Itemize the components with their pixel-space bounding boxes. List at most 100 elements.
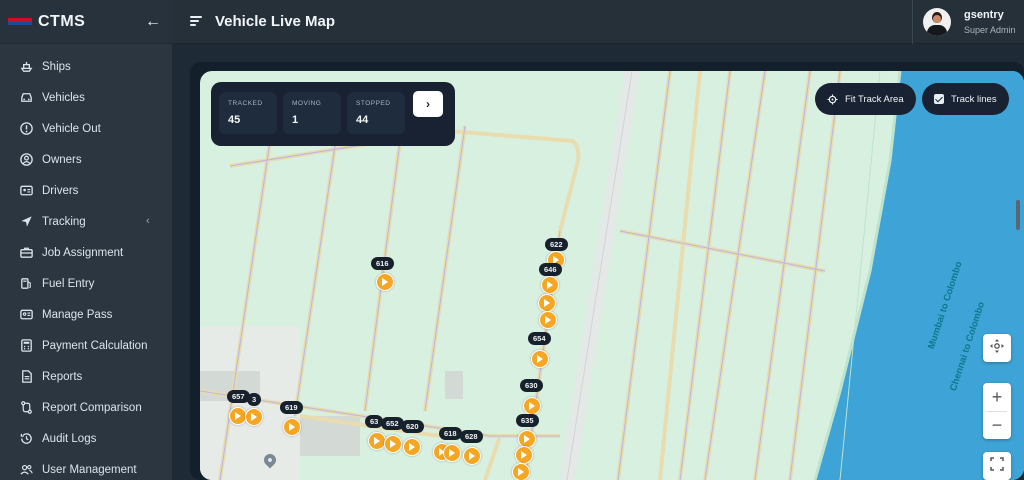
vehicle-marker[interactable] [384, 435, 402, 453]
checkbox-checked-icon[interactable] [934, 94, 944, 104]
top-header: Vehicle Live Map gsentry Super Admin [172, 0, 1024, 44]
sidebar-item-label: Fuel Entry [42, 277, 95, 290]
sidebar-item-vehicles[interactable]: Vehicles [0, 82, 172, 113]
vehicle-stats-panel: TRACKED 45 MOVING 1 STOPPED 44 › [211, 82, 455, 146]
navigation-icon [18, 214, 34, 230]
ship-icon [18, 59, 34, 75]
vehicle-marker[interactable] [539, 311, 557, 329]
sidebar-item-label: Report Comparison [42, 401, 142, 414]
vehicle-label[interactable]: 3 [247, 393, 262, 406]
sidebar-item-user-management[interactable]: User Management [0, 454, 172, 480]
vehicle-label[interactable]: 630 [520, 379, 543, 392]
fit-track-area-button[interactable]: Fit Track Area [815, 83, 916, 115]
sidebar: CTMS ← Ships Vehicles Vehicle Out Owners… [0, 0, 172, 480]
sidebar-item-audit-logs[interactable]: Audit Logs [0, 423, 172, 454]
vehicle-label[interactable]: 620 [401, 420, 424, 433]
vehicle-label[interactable]: 619 [280, 401, 303, 414]
sidebar-item-label: Vehicles [42, 91, 85, 104]
menu-icon[interactable] [190, 15, 202, 27]
vehicle-marker[interactable] [515, 446, 533, 464]
stat-label: STOPPED [356, 100, 391, 107]
alert-circle-icon [18, 121, 34, 137]
vehicle-label[interactable]: 657 [227, 390, 250, 403]
users-icon [18, 462, 34, 478]
sidebar-item-owners[interactable]: Owners [0, 144, 172, 175]
vehicle-marker[interactable] [541, 276, 559, 294]
vehicle-label[interactable]: 616 [371, 257, 394, 270]
stat-value: 44 [356, 114, 369, 126]
fullscreen-button[interactable] [983, 452, 1011, 480]
sidebar-item-label: Tracking [42, 215, 86, 228]
vehicle-marker[interactable] [512, 463, 530, 480]
vehicle-label[interactable]: 622 [545, 238, 568, 251]
vehicle-label[interactable]: 628 [460, 430, 483, 443]
zoom-in-button[interactable]: + [983, 383, 1011, 411]
track-lines-toggle[interactable]: Track lines [922, 83, 1009, 115]
track-lines-label: Track lines [951, 93, 997, 105]
stat-tracked: TRACKED 45 [219, 92, 277, 134]
vehicle-marker[interactable] [518, 430, 536, 448]
user-name: gsentry [964, 9, 1004, 21]
vehicle-marker[interactable] [283, 418, 301, 436]
stat-value: 45 [228, 114, 241, 126]
zoom-out-button[interactable]: − [983, 411, 1011, 439]
sidebar-item-label: Manage Pass [42, 308, 113, 321]
recenter-button[interactable] [983, 334, 1011, 362]
user-role: Super Admin [964, 25, 1016, 35]
id-card-icon [18, 183, 34, 199]
sidebar-item-reports[interactable]: Reports [0, 361, 172, 392]
vehicle-marker[interactable] [523, 397, 541, 415]
user-circle-icon [18, 152, 34, 168]
sidebar-item-label: Vehicle Out [42, 122, 101, 135]
fullscreen-icon [990, 456, 1004, 476]
stat-label: MOVING [292, 100, 322, 107]
vehicle-label[interactable]: 646 [539, 263, 562, 276]
sidebar-item-ships[interactable]: Ships [0, 51, 172, 82]
avatar [923, 8, 951, 36]
page-scrollbar[interactable] [1016, 200, 1020, 230]
stat-stopped: STOPPED 44 [347, 92, 405, 134]
sidebar-item-label: Payment Calculation [42, 339, 148, 352]
user-menu[interactable]: gsentry Super Admin [912, 0, 1024, 44]
car-icon [18, 90, 34, 106]
collapse-sidebar-arrow-icon[interactable]: ← [145, 13, 161, 31]
vehicle-label[interactable]: 618 [439, 427, 462, 440]
history-icon [18, 431, 34, 447]
vehicle-label[interactable]: 654 [528, 332, 551, 345]
vehicle-marker[interactable] [531, 350, 549, 368]
fit-track-area-label: Fit Track Area [845, 93, 904, 105]
sidebar-item-payment-calculation[interactable]: Payment Calculation [0, 330, 172, 361]
chevron-left-icon: ‹ [146, 215, 150, 227]
fuel-pump-icon [18, 276, 34, 292]
sidebar-item-vehicle-out[interactable]: Vehicle Out [0, 113, 172, 144]
vehicle-label[interactable]: 652 [381, 417, 404, 430]
calculator-icon [18, 338, 34, 354]
sidebar-item-manage-pass[interactable]: Manage Pass [0, 299, 172, 330]
sidebar-item-label: Owners [42, 153, 82, 166]
expand-stats-button[interactable]: › [413, 91, 443, 117]
brand-name: CTMS [38, 12, 86, 30]
page-title: Vehicle Live Map [215, 13, 336, 30]
briefcase-icon [18, 245, 34, 261]
vehicle-marker[interactable] [403, 438, 421, 456]
live-map[interactable]: Mumbai to Colombo Chennai to Colombo 622… [200, 71, 1024, 480]
sidebar-item-report-comparison[interactable]: Report Comparison [0, 392, 172, 423]
vehicle-marker[interactable] [376, 273, 394, 291]
sidebar-item-label: User Management [42, 463, 137, 476]
vehicle-marker[interactable] [463, 447, 481, 465]
badge-icon [18, 307, 34, 323]
vehicle-marker[interactable] [538, 294, 556, 312]
vehicle-marker[interactable] [245, 408, 263, 426]
vehicle-label[interactable]: 635 [516, 414, 539, 427]
compare-icon [18, 400, 34, 416]
sidebar-item-label: Audit Logs [42, 432, 97, 445]
file-icon [18, 369, 34, 385]
sidebar-item-drivers[interactable]: Drivers [0, 175, 172, 206]
move-arrows-icon [989, 338, 1005, 359]
sidebar-item-tracking[interactable]: Tracking ‹ [0, 206, 172, 237]
sidebar-item-label: Job Assignment [42, 246, 124, 259]
crosshair-icon [827, 93, 838, 105]
sidebar-item-job-assignment[interactable]: Job Assignment [0, 237, 172, 268]
sidebar-item-fuel-entry[interactable]: Fuel Entry [0, 268, 172, 299]
vehicle-marker[interactable] [443, 444, 461, 462]
